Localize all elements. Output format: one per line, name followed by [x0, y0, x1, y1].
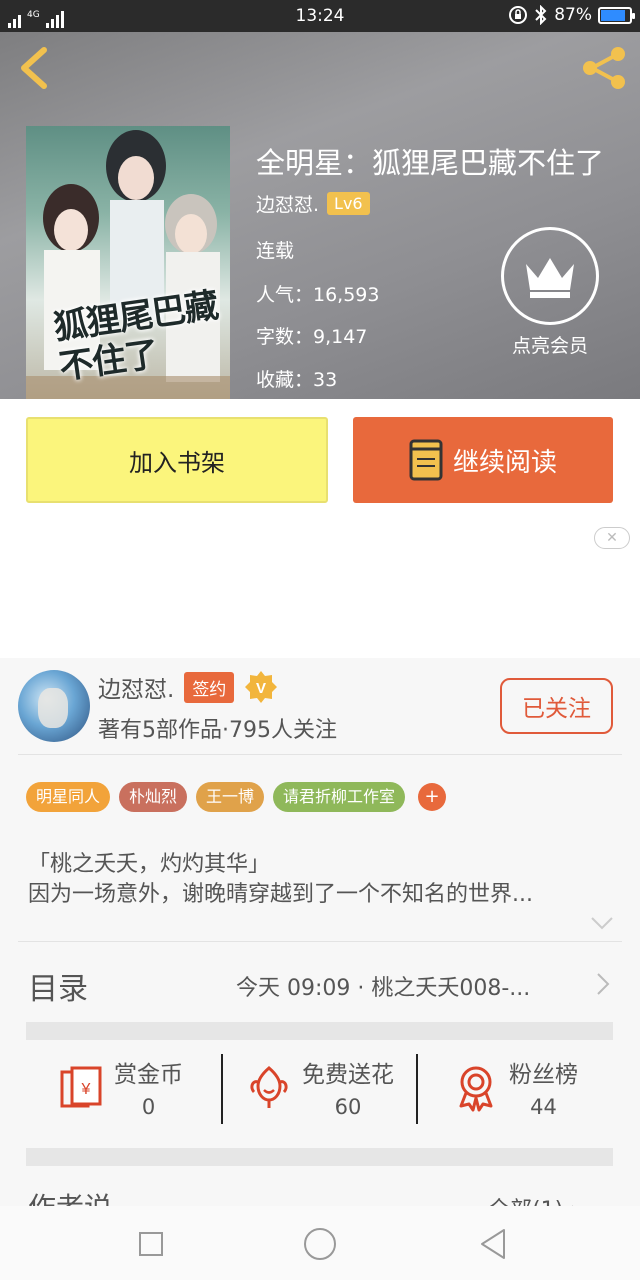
- divider: [18, 754, 622, 755]
- battery-icon: [598, 6, 635, 24]
- bluetooth-icon: [535, 5, 547, 25]
- toc-label: 目录: [28, 972, 88, 1007]
- add-tag-button[interactable]: +: [418, 783, 447, 811]
- back-arrow-icon[interactable]: [16, 46, 52, 90]
- system-nav-bar: [0, 1206, 640, 1280]
- author-name[interactable]: 边怼怼.: [256, 190, 319, 217]
- intro-line-1: 「桃之夭夭，灼灼其华」: [28, 852, 271, 877]
- medal-icon: [459, 1066, 493, 1112]
- tag-item[interactable]: 王一博: [196, 782, 265, 812]
- rotation-lock-icon: [509, 6, 528, 24]
- stat-value: 44: [530, 1095, 557, 1119]
- followed-button[interactable]: 已关注: [500, 678, 613, 734]
- stat-name: 免费送花: [302, 1062, 394, 1088]
- section-separator: [26, 1148, 613, 1166]
- section-separator: [26, 1022, 613, 1040]
- flower-icon: [250, 1066, 288, 1108]
- close-ad-button[interactable]: ✕: [594, 527, 630, 549]
- signed-badge: 签约: [184, 671, 235, 703]
- author-header: 边怼怼. 签约 V: [98, 670, 278, 704]
- add-to-shelf-button[interactable]: 加入书架: [26, 417, 328, 503]
- svg-text:¥: ¥: [81, 1081, 91, 1098]
- crown-icon: [501, 227, 599, 325]
- continue-reading-button[interactable]: 继续阅读: [353, 417, 613, 503]
- level-badge: Lv6: [327, 192, 370, 215]
- free-flower-stat[interactable]: 免费送花 60: [244, 1048, 394, 1126]
- support-stats: ¥ 赏金币 0 免费送花 60 粉丝榜 44: [26, 1040, 613, 1132]
- verified-v-icon: V: [245, 671, 278, 703]
- author-summary: 著有5部作品·795人关注: [98, 718, 337, 743]
- reward-coins-stat[interactable]: ¥ 赏金币 0: [56, 1048, 183, 1126]
- continue-reading-label: 继续阅读: [452, 447, 557, 478]
- stat-divider: [221, 1054, 223, 1124]
- avatar[interactable]: [18, 670, 90, 742]
- fan-ranking-stat[interactable]: 粉丝榜 44: [451, 1048, 578, 1126]
- chevron-down-icon[interactable]: [590, 916, 614, 930]
- member-button[interactable]: 点亮会员: [500, 227, 600, 358]
- stat-value: 60: [334, 1095, 362, 1119]
- word-count: 字数：9,147: [256, 326, 368, 348]
- action-bar: 加入书架 继续阅读: [0, 399, 640, 521]
- tag-item[interactable]: 请君折柳工作室: [273, 782, 406, 812]
- stat-name: 赏金币: [114, 1062, 183, 1088]
- share-icon[interactable]: [580, 44, 628, 92]
- intro-line-2: 因为一场意外，谢晚晴穿越到了一个不知名的世界...: [28, 882, 533, 907]
- chevron-right-icon: [597, 973, 610, 995]
- battery-percent: 87%: [554, 5, 592, 25]
- tag-item[interactable]: 明星同人: [26, 782, 111, 812]
- author-row: 边怼怼. Lv6: [256, 190, 370, 217]
- red-envelope-icon: ¥: [60, 1066, 102, 1108]
- book-title: 全明星：狐狸尾巴藏不住了: [256, 146, 605, 180]
- nav-back-icon[interactable]: [478, 1228, 508, 1260]
- book-cover[interactable]: 狐狸尾巴藏不住了: [26, 126, 230, 399]
- book-header: 狐狸尾巴藏不住了 全明星：狐狸尾巴藏不住了 边怼怼. Lv6 连载 人气：16,…: [0, 32, 640, 399]
- serial-status: 连载: [256, 240, 295, 262]
- table-of-contents-row[interactable]: 目录 今天 09:09 · 桃之夭夭008-...: [0, 942, 640, 1024]
- stat-name: 粉丝榜: [509, 1062, 578, 1088]
- book-details: 边怼怼. 签约 V 著有5部作品·795人关注 已关注 明星同人 朴灿烈 王一博…: [0, 658, 640, 1280]
- ad-area: ✕: [0, 521, 640, 658]
- home-button[interactable]: [304, 1228, 336, 1260]
- stat-value: 0: [141, 1095, 156, 1119]
- book-icon: [409, 439, 443, 481]
- stat-divider: [416, 1054, 418, 1124]
- favorites-count: 收藏：33: [256, 369, 338, 391]
- status-bar: 4G 13:24 87%: [0, 0, 640, 32]
- member-label: 点亮会员: [511, 335, 588, 357]
- status-right: 87%: [508, 5, 635, 25]
- recent-apps-button[interactable]: [139, 1232, 163, 1256]
- tag-item[interactable]: 朴灿烈: [119, 782, 188, 812]
- latest-chapter: 今天 09:09 · 桃之夭夭008-...: [236, 976, 531, 1001]
- book-intro[interactable]: 「桃之夭夭，灼灼其华」 因为一场意外，谢晚晴穿越到了一个不知名的世界...: [28, 850, 608, 910]
- verified-v-letter: V: [256, 680, 266, 697]
- author-card-name[interactable]: 边怼怼.: [98, 670, 174, 704]
- popularity: 人气：16,593: [256, 284, 380, 306]
- tag-list: 明星同人 朴灿烈 王一博 请君折柳工作室 +: [26, 782, 447, 812]
